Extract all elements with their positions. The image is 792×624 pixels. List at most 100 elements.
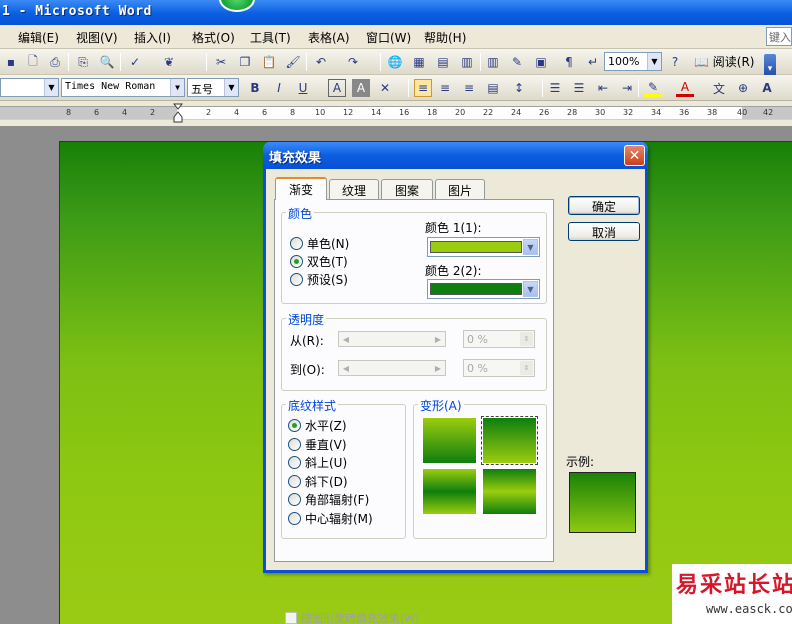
radio-two-colors[interactable]: 双色(T) xyxy=(290,253,348,269)
radio-from-corner[interactable]: 角部辐射(F) xyxy=(288,491,369,507)
chevron-down-icon[interactable]: ▼ xyxy=(523,239,538,255)
tab-picture[interactable]: 图片 xyxy=(435,179,485,199)
radio-indicator[interactable] xyxy=(290,254,303,268)
print-icon[interactable]: ⎙ xyxy=(46,53,64,71)
font-color-icon[interactable]: A xyxy=(676,79,694,97)
toolbar-options-icon[interactable]: ▾ xyxy=(764,54,776,76)
to-slider[interactable]: ◀ ▶ xyxy=(338,360,446,376)
radio-indicator[interactable] xyxy=(290,236,303,250)
close-icon[interactable]: ✕ xyxy=(624,145,645,166)
tab-gradient[interactable]: 渐变 xyxy=(275,177,327,200)
drawing-icon[interactable]: ✎ xyxy=(508,53,526,71)
decrease-indent-icon[interactable]: ⇤ xyxy=(594,79,612,97)
redo-icon[interactable]: ↷ xyxy=(344,53,362,71)
menu-help[interactable]: 帮助(H) xyxy=(424,29,466,46)
menu-view[interactable]: 视图(V) xyxy=(76,29,118,46)
radio-diagonal-up[interactable]: 斜上(U) xyxy=(288,454,347,470)
line-spacing-icon[interactable]: ↕ xyxy=(510,79,528,97)
numbering-icon[interactable]: ☰ xyxy=(546,79,564,97)
radio-vertical[interactable]: 垂直(V) xyxy=(288,436,347,452)
align-right-icon[interactable]: ≡ xyxy=(460,79,478,97)
variant-4[interactable] xyxy=(482,468,537,515)
radio-indicator[interactable] xyxy=(288,511,301,525)
menu-edit[interactable]: 编辑(E) xyxy=(18,29,59,46)
chevron-right-icon[interactable]: ▶ xyxy=(432,333,444,345)
radio-indicator[interactable] xyxy=(288,455,301,469)
copy-icon[interactable]: ❐ xyxy=(236,53,254,71)
radio-indicator[interactable] xyxy=(288,492,301,506)
menu-window[interactable]: 窗口(W) xyxy=(366,29,411,46)
font-name-combo[interactable]: Times New Roman ▼ xyxy=(61,78,185,97)
radio-from-center[interactable]: 中心辐射(M) xyxy=(288,510,373,526)
radio-indicator[interactable] xyxy=(288,474,301,488)
highlight-icon[interactable]: ✎ xyxy=(644,79,662,97)
variant-2[interactable] xyxy=(481,416,538,465)
menu-table[interactable]: 表格(A) xyxy=(308,29,350,46)
insert-table-icon[interactable]: ▤ xyxy=(434,53,452,71)
char-shading-icon[interactable]: A xyxy=(352,79,370,97)
paragraph-mark-icon[interactable]: ↵ xyxy=(584,53,602,71)
enclose-char-icon[interactable]: ⊕ xyxy=(734,79,752,97)
tables-borders-icon[interactable]: ▦ xyxy=(410,53,428,71)
indent-marker-icon[interactable] xyxy=(173,103,183,123)
radio-indicator[interactable] xyxy=(290,272,303,286)
menu-insert[interactable]: 插入(I) xyxy=(134,29,171,46)
paste-icon[interactable]: 📋 xyxy=(260,53,278,71)
rotate-with-shape-checkbox[interactable]: 随图形旋转填充效果(W) xyxy=(285,610,419,624)
style-combo[interactable]: ▼ xyxy=(0,78,59,97)
spinner-arrows-icon[interactable]: ⇕ xyxy=(520,332,533,346)
chevron-down-icon[interactable]: ▼ xyxy=(224,79,238,96)
bold-icon[interactable]: B xyxy=(246,79,264,97)
permission-icon[interactable]: 🗋 xyxy=(24,53,42,71)
spinner-arrows-icon[interactable]: ⇕ xyxy=(520,361,533,375)
radio-indicator[interactable] xyxy=(288,437,301,451)
bullets-icon[interactable]: ☰ xyxy=(570,79,588,97)
read-button[interactable]: 📖 阅读(R) xyxy=(694,53,754,71)
char-scale-icon[interactable]: ✕ xyxy=(376,79,394,97)
document-map-icon[interactable]: ▣ xyxy=(532,53,550,71)
variant-1[interactable] xyxy=(422,417,477,464)
format-painter-icon[interactable]: 🖌 xyxy=(284,53,302,71)
from-spinner[interactable]: 0 % ⇕ xyxy=(463,330,535,348)
show-hide-icon[interactable]: ¶ xyxy=(560,53,578,71)
phonetic-guide-icon[interactable]: 文 xyxy=(710,79,728,97)
research-icon[interactable]: ❦ xyxy=(160,53,178,71)
menu-format[interactable]: 格式(O) xyxy=(192,29,235,46)
chevron-down-icon[interactable]: ▼ xyxy=(170,79,184,96)
chevron-down-icon[interactable]: ▼ xyxy=(523,281,538,297)
color1-combo[interactable]: ▼ xyxy=(427,237,540,257)
chevron-right-icon[interactable]: ▶ xyxy=(432,362,444,374)
ok-button[interactable]: 确定 xyxy=(568,196,640,215)
menu-tools[interactable]: 工具(T) xyxy=(250,29,291,46)
insert-excel-icon[interactable]: ▥ xyxy=(458,53,476,71)
radio-preset[interactable]: 预设(S) xyxy=(290,271,348,287)
print-preview-icon[interactable]: ⎘ xyxy=(74,53,92,71)
zoom-combo[interactable]: 100% ▼ xyxy=(604,52,662,71)
justify-icon[interactable]: ▤ xyxy=(484,79,502,97)
radio-diagonal-down[interactable]: 斜下(D) xyxy=(288,473,348,489)
color2-combo[interactable]: ▼ xyxy=(427,279,540,299)
spelling-icon[interactable]: ✓ xyxy=(126,53,144,71)
align-left-icon[interactable]: ≡ xyxy=(414,79,432,97)
chevron-down-icon[interactable]: ▼ xyxy=(44,79,58,96)
tab-texture[interactable]: 纹理 xyxy=(329,179,379,199)
horizontal-ruler[interactable]: 8 6 4 2 2 4 6 8 10 12 14 16 18 20 22 24 … xyxy=(0,101,792,126)
help-search-input[interactable]: 键入 xyxy=(766,27,792,46)
to-spinner[interactable]: 0 % ⇕ xyxy=(463,359,535,377)
radio-indicator[interactable] xyxy=(288,418,301,432)
save-icon[interactable]: ▪ xyxy=(2,53,20,71)
cut-icon[interactable]: ✂ xyxy=(212,53,230,71)
undo-icon[interactable]: ↶ xyxy=(312,53,330,71)
chevron-left-icon[interactable]: ◀ xyxy=(340,333,352,345)
radio-horizontal[interactable]: 水平(Z) xyxy=(288,417,347,433)
italic-icon[interactable]: I xyxy=(270,79,288,97)
tab-pattern[interactable]: 图案 xyxy=(381,179,433,199)
preview-icon[interactable]: 🔍 xyxy=(98,53,116,71)
dialog-title-bar[interactable]: 填充效果 ✕ xyxy=(263,142,648,169)
cancel-button[interactable]: 取消 xyxy=(568,222,640,241)
hyperlink-icon[interactable]: 🌐 xyxy=(386,53,404,71)
increase-indent-icon[interactable]: ⇥ xyxy=(618,79,636,97)
char-border-icon[interactable]: A xyxy=(328,79,346,97)
from-slider[interactable]: ◀ ▶ xyxy=(338,331,446,347)
chevron-left-icon[interactable]: ◀ xyxy=(340,362,352,374)
